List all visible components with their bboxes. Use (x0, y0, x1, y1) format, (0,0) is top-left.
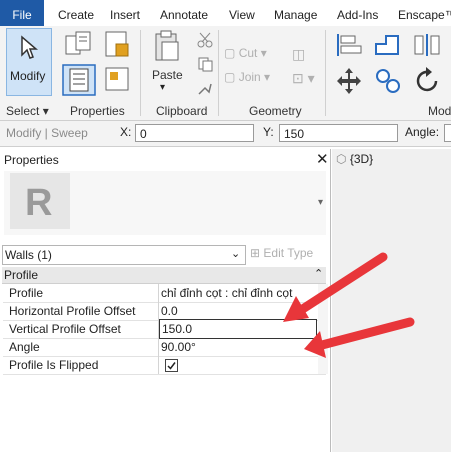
select-group-label[interactable]: Select ▾ (6, 104, 49, 118)
properties-title: Properties (4, 153, 59, 167)
menu-create[interactable]: Create (58, 0, 94, 26)
offset-icon[interactable] (372, 32, 402, 58)
type-selector-dropdown[interactable]: Walls (1) ⌄ (2, 245, 246, 265)
copy-element-icon[interactable] (374, 66, 402, 96)
column-divider (158, 338, 159, 356)
paste-label: Paste (152, 68, 183, 82)
property-name: Vertical Profile Offset (9, 322, 121, 336)
chevron-down-icon[interactable]: ▾ (318, 197, 323, 208)
x-label: X: (120, 125, 132, 139)
context-label: Modify | Sweep (6, 126, 88, 140)
chevron-down-icon: ▾ (260, 46, 267, 60)
scissors-icon[interactable] (197, 32, 213, 48)
cut-button[interactable]: ▢ Cut ▾ (224, 46, 267, 60)
property-value[interactable]: chỉ đỉnh cọt : chỉ đỉnh cọt (161, 286, 323, 300)
svg-text:R: R (25, 182, 52, 223)
mirror-icon[interactable] (412, 32, 442, 58)
menu-insert[interactable]: Insert (110, 0, 140, 26)
edit-type-button[interactable]: ⊞ Edit Type (250, 246, 313, 260)
type-properties-icon[interactable] (64, 30, 98, 60)
chevron-down-icon: ▾ (42, 104, 49, 118)
cursor-icon (21, 35, 39, 59)
chevron-down-icon: ⌄ (231, 248, 241, 260)
join-geometry-icon: ▢ (224, 70, 236, 84)
modify-button[interactable]: Modify (6, 28, 52, 96)
cube-icon: ⬡ (336, 152, 347, 166)
checkmark-icon (167, 362, 176, 370)
column-divider (158, 284, 159, 302)
close-icon[interactable]: ✕ (316, 150, 329, 168)
section-header-profile[interactable]: Profile ⌃ (2, 267, 326, 284)
properties-toggle-icon[interactable] (62, 64, 96, 96)
paste-icon[interactable] (152, 30, 182, 64)
property-row-angle[interactable]: Angle 90.00° (3, 338, 326, 357)
revit-logo-icon: R (25, 182, 52, 223)
ribbon: Modify Select ▾ Properties Paste ▾ Clipb… (0, 26, 451, 121)
family-preview-image: R (10, 173, 70, 229)
angle-label: Angle: (405, 125, 440, 139)
menu-add-ins[interactable]: Add-Ins (337, 0, 378, 26)
match-properties-icon[interactable] (197, 80, 213, 96)
menu-annotate[interactable]: Annotate (160, 0, 208, 26)
property-row-vertical-offset[interactable]: Vertical Profile Offset 150.0 (3, 319, 326, 339)
scrollbar[interactable] (318, 284, 328, 374)
menu-enscape[interactable]: Enscape™ (398, 0, 451, 26)
edit-type-icon: ⊞ (250, 246, 261, 260)
modify-label: Modify (10, 69, 46, 83)
chevron-down-icon: ▾ (264, 70, 271, 84)
cut-geometry-icon: ▢ (224, 46, 236, 60)
column-divider (158, 356, 159, 374)
property-value[interactable]: 0.0 (161, 304, 178, 318)
copy-icon[interactable] (197, 56, 213, 72)
ribbon-separator (218, 30, 219, 116)
y-input[interactable]: 150 (279, 124, 398, 142)
options-bar: Modify | Sweep X: 0 Y: 150 Angle: (0, 121, 451, 147)
profile-flipped-checkbox[interactable] (165, 359, 178, 372)
menu-view[interactable]: View (229, 0, 255, 26)
rotate-icon[interactable] (414, 66, 442, 96)
property-name: Profile (9, 286, 44, 300)
type-selector-value: Walls (1) (5, 248, 52, 262)
family-types-icon[interactable] (102, 30, 132, 60)
family-category-icon[interactable] (102, 64, 132, 94)
clipboard-group-label: Clipboard (156, 104, 208, 118)
property-name: Horizontal Profile Offset (9, 304, 136, 318)
menu-file[interactable]: File (0, 0, 44, 26)
section-label: Profile (4, 268, 39, 282)
collapse-icon: ⌃ (314, 268, 324, 280)
properties-panel: Properties ✕ R ▾ Walls (1) ⌄ ⊞ Edit Type… (0, 149, 331, 452)
menu-bar: File Create Insert Annotate View Manage … (0, 0, 451, 27)
y-label: Y: (263, 125, 274, 139)
property-name: Profile Is Flipped (9, 358, 99, 372)
menu-manage[interactable]: Manage (274, 0, 317, 26)
split-face-icon[interactable]: ⊡ ▾ (292, 70, 315, 87)
angle-input[interactable] (444, 124, 451, 142)
wall-joins-icon[interactable]: ◫ (292, 46, 305, 63)
view-area-3d[interactable]: ⬡ {3D} (332, 149, 451, 452)
join-button[interactable]: ▢ Join ▾ (224, 70, 270, 84)
ribbon-separator (140, 30, 141, 116)
view-tab-label: {3D} (349, 152, 374, 166)
geometry-group-label: Geometry (249, 104, 302, 118)
ribbon-separator (325, 30, 326, 116)
chevron-down-icon[interactable]: ▾ (160, 82, 165, 93)
modify-group-label: Mod (428, 104, 451, 118)
property-value: 150.0 (162, 322, 193, 336)
x-input[interactable]: 0 (135, 124, 254, 142)
type-preview: R ▾ (4, 171, 326, 235)
properties-group-label: Properties (70, 104, 125, 118)
view-tab-3d[interactable]: ⬡ {3D} (336, 152, 373, 166)
property-row-profile[interactable]: Profile chỉ đỉnh cọt : chỉ đỉnh cọt (3, 284, 326, 303)
vertical-offset-input[interactable]: 150.0 (159, 319, 317, 339)
align-icon[interactable] (335, 32, 363, 58)
property-value[interactable]: 90.00° (161, 340, 196, 354)
property-row-profile-flipped[interactable]: Profile Is Flipped (3, 356, 326, 375)
move-icon[interactable] (334, 66, 364, 96)
column-divider (158, 302, 159, 320)
property-name: Angle (9, 340, 40, 354)
